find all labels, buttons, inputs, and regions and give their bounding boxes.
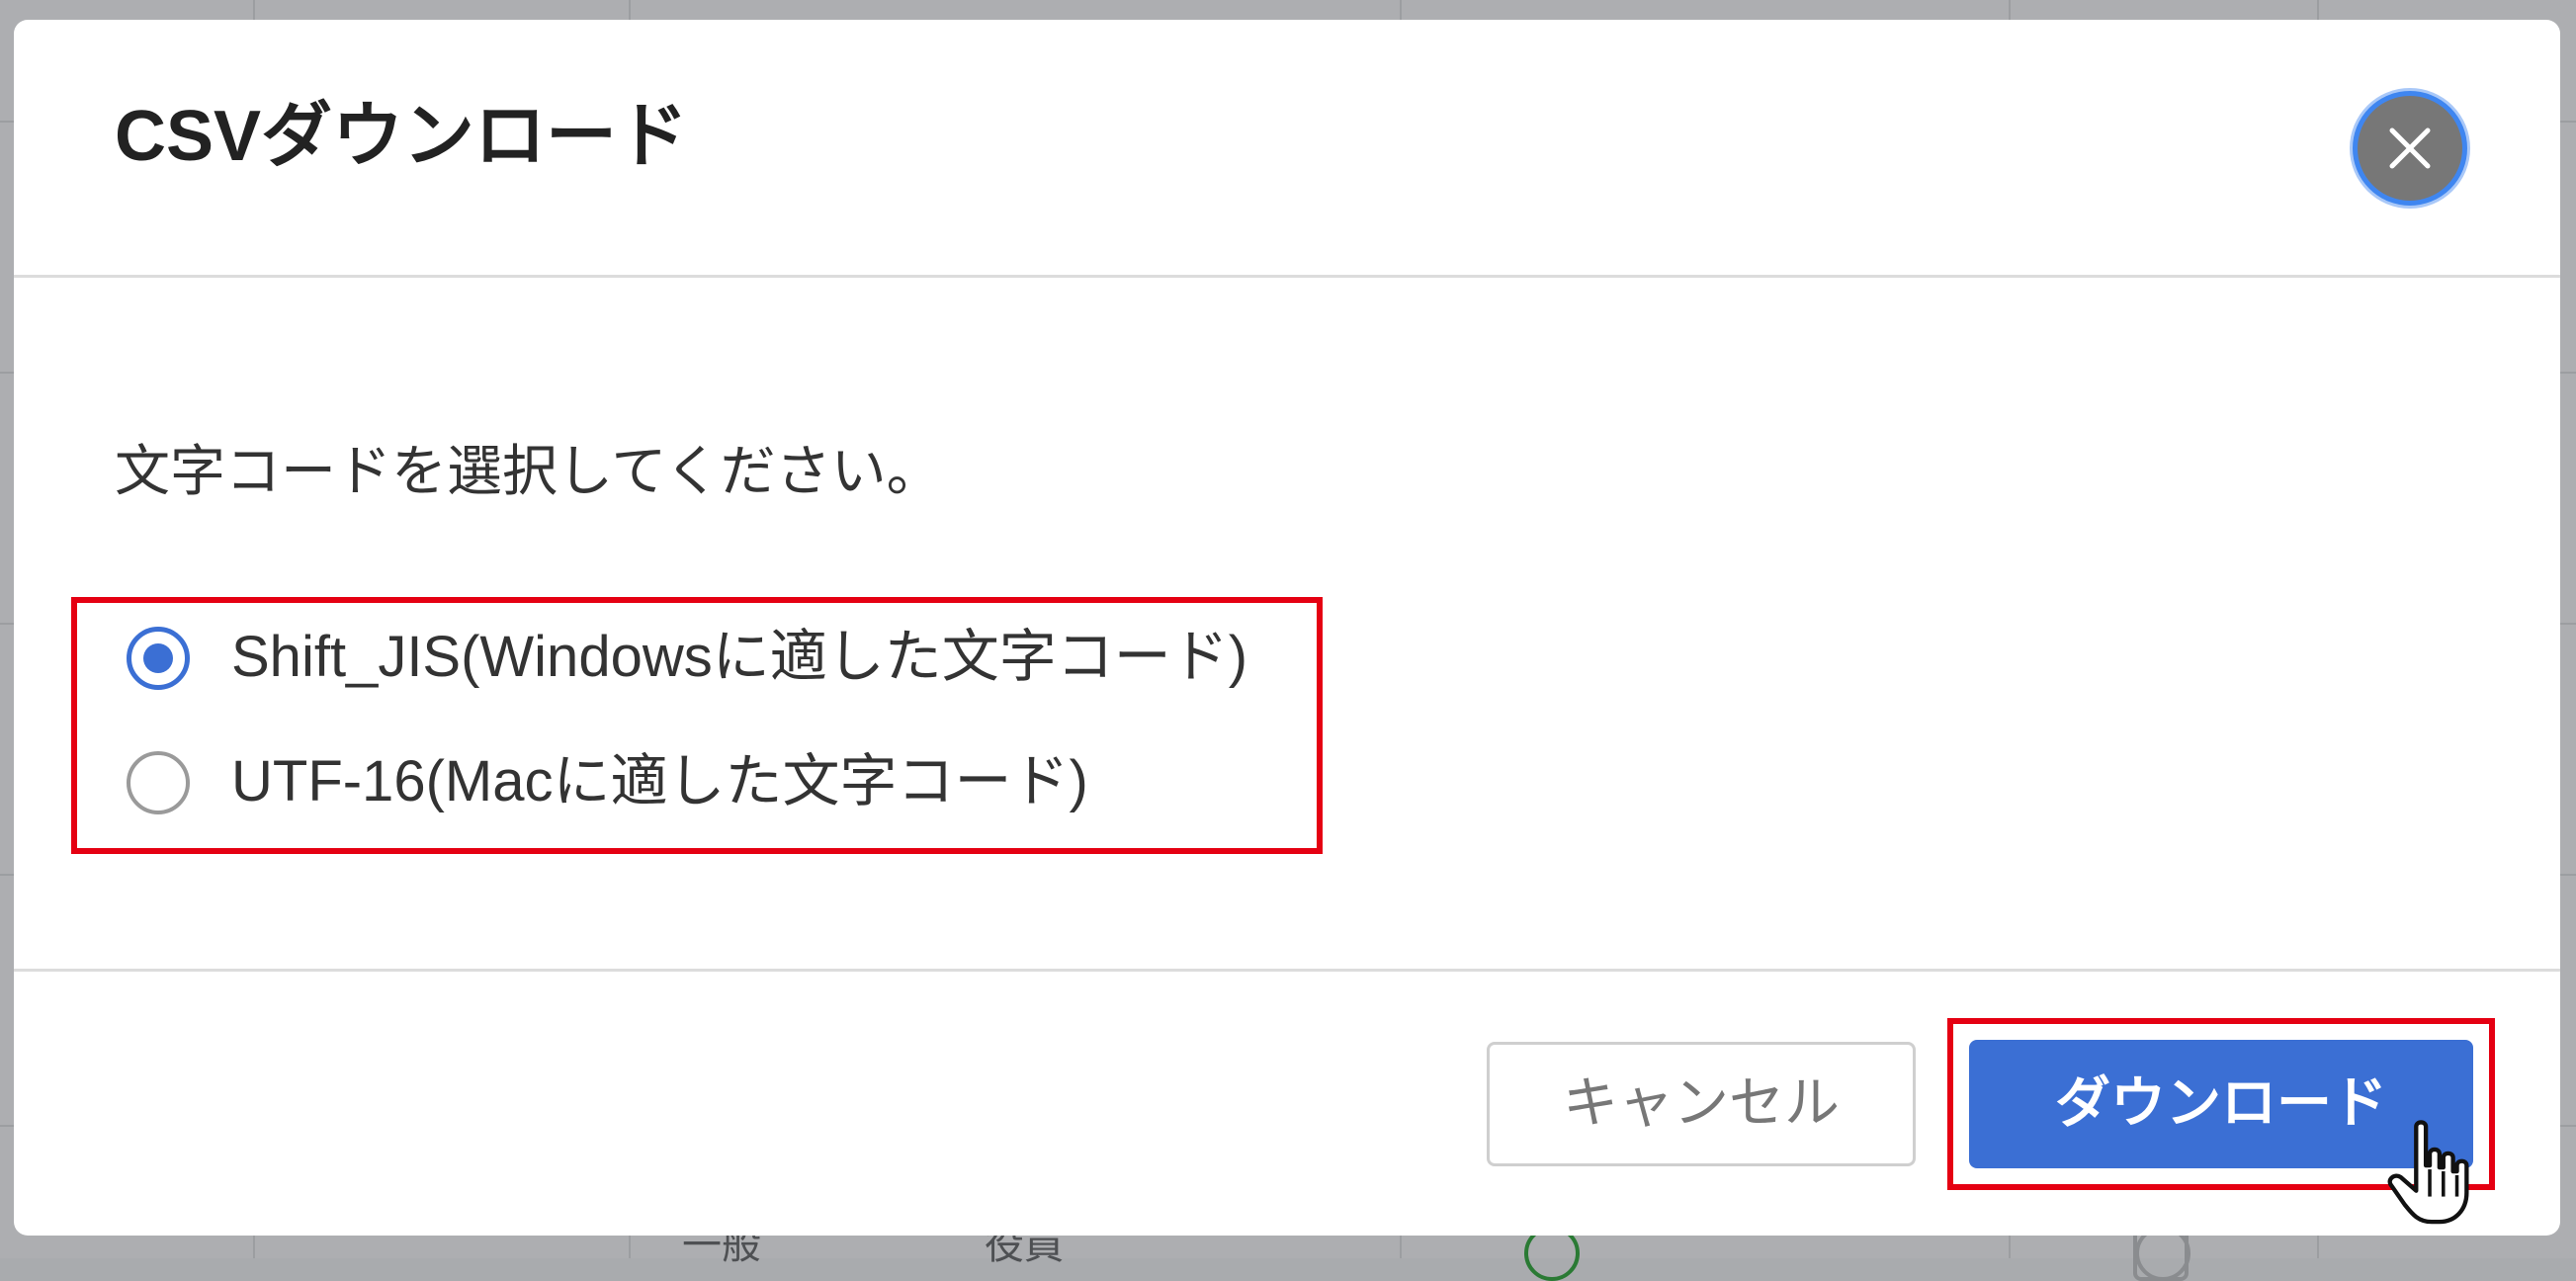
radio-label-shift-jis: Shift_JIS(Windowsに適した文字コード) [231, 625, 1248, 689]
radio-button-unchecked[interactable] [127, 751, 190, 814]
csv-download-dialog: CSVダウンロード 文字コードを選択してください。 Shift_JIS(Wind… [14, 20, 2560, 1236]
close-icon [2389, 128, 2431, 169]
radio-label-utf16: UTF-16(Macに適した文字コード) [231, 749, 1088, 813]
cancel-button[interactable]: キャンセル [1487, 1042, 1916, 1166]
pointer-hand-icon [2387, 1120, 2469, 1225]
footer-divider [14, 969, 2560, 972]
instruction-text: 文字コードを選択してください。 [115, 440, 942, 504]
radio-button-checked[interactable] [127, 627, 190, 690]
header-divider [14, 275, 2560, 278]
close-button[interactable] [2353, 91, 2467, 206]
dialog-header: CSVダウンロード [14, 20, 2560, 275]
dialog-title: CSVダウンロード [115, 97, 689, 176]
radio-option-utf16[interactable]: UTF-16(Macに適した文字コード) [115, 741, 1301, 820]
radio-option-shift-jis[interactable]: Shift_JIS(Windowsに適した文字コード) [115, 617, 1301, 696]
